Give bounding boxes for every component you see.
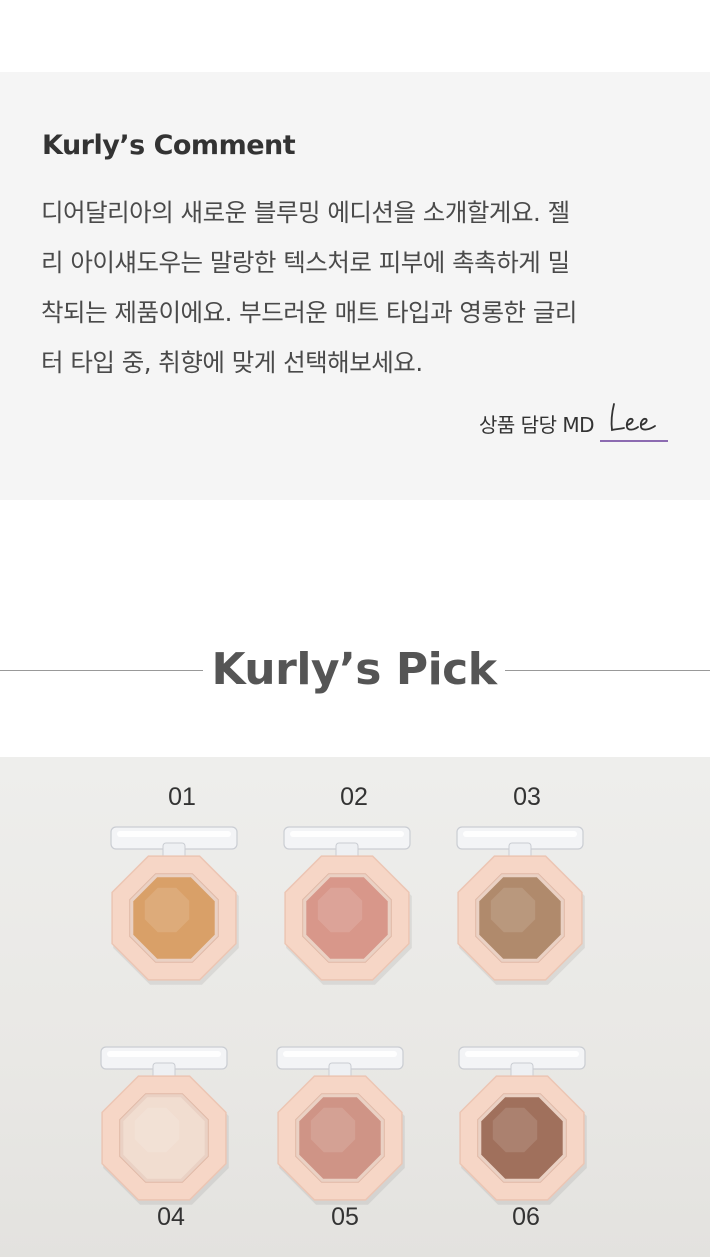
divider-right xyxy=(505,670,710,671)
kurly-pick-header: Kurly’s Pick xyxy=(0,640,710,700)
eyeshadow-compact-04 xyxy=(93,1041,243,1211)
kurly-pick-title: Kurly’s Pick xyxy=(211,644,497,695)
comment-body: 디어달리아의 새로운 블루밍 에디션을 소개할게요. 젤 리 아이섀도우는 말랑… xyxy=(41,188,681,388)
eyeshadow-compact-01 xyxy=(103,821,253,991)
eyeshadow-compact-05 xyxy=(269,1041,419,1211)
comment-line: 리 아이섀도우는 말랑한 텍스처로 피부에 촉촉하게 밀 xyxy=(41,248,570,277)
comment-title: Kurly’s Comment xyxy=(42,130,296,161)
md-signature-block: 상품 담당 MD xyxy=(479,398,668,442)
md-signature xyxy=(600,398,668,442)
product-photo: 01 02 03 04 05 06 xyxy=(0,757,710,1257)
comment-line: 디어달리아의 새로운 블루밍 에디션을 소개할게요. 젤 xyxy=(41,198,570,227)
md-label: 상품 담당 MD xyxy=(479,413,594,437)
eyeshadow-compact-06 xyxy=(451,1041,601,1211)
comment-line: 착되는 제품이에요. 부드러운 매트 타입과 영롱한 글리 xyxy=(41,298,577,327)
comment-line: 터 타입 중, 취향에 맞게 선택해보세요. xyxy=(41,348,423,377)
shade-number-01: 01 xyxy=(168,783,196,811)
eyeshadow-compact-03 xyxy=(449,821,599,991)
divider-left xyxy=(0,670,203,671)
shade-number-02: 02 xyxy=(340,783,368,811)
shade-number-03: 03 xyxy=(513,783,541,811)
signature-underline xyxy=(600,440,668,442)
signature-lee-icon xyxy=(610,403,656,432)
eyeshadow-compact-02 xyxy=(276,821,426,991)
